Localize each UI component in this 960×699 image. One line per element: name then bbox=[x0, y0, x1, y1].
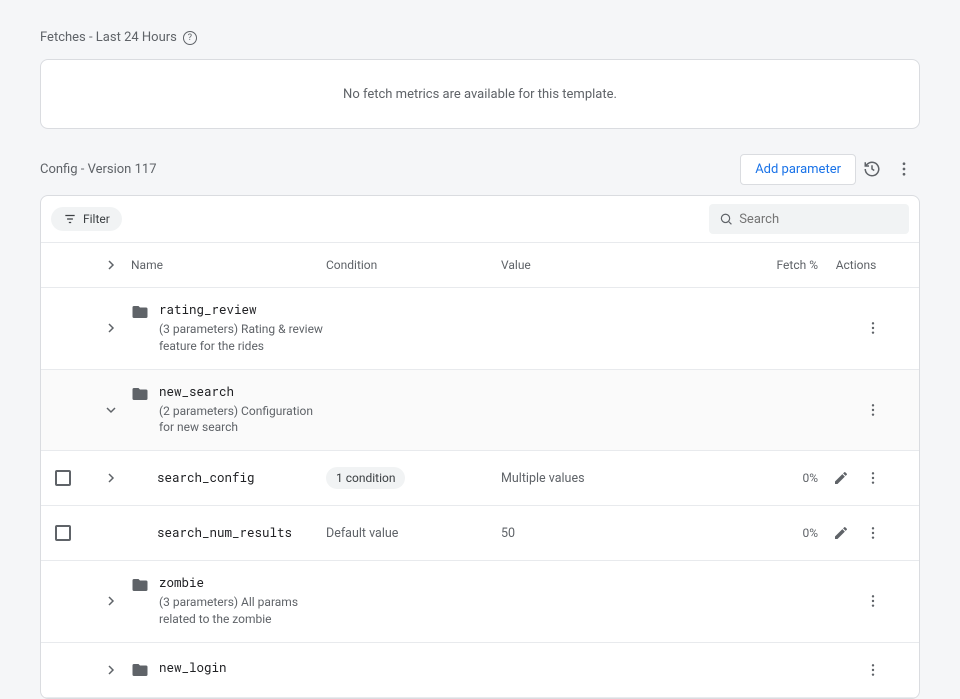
group-name: new_login bbox=[159, 660, 227, 676]
table-toolbar: Filter bbox=[41, 196, 919, 243]
group-row[interactable]: new_search (2 parameters) Configuration … bbox=[41, 370, 919, 452]
group-row[interactable]: zombie (3 parameters) All params related… bbox=[41, 561, 919, 643]
history-icon[interactable] bbox=[856, 153, 888, 185]
group-description: (3 parameters) Rating & review feature f… bbox=[159, 321, 329, 355]
parameter-name: search_num_results bbox=[157, 525, 292, 541]
condition-chip[interactable]: 1 condition bbox=[326, 467, 405, 489]
col-value: Value bbox=[501, 258, 741, 272]
fetches-title: Fetches - Last 24 Hours bbox=[40, 30, 177, 45]
fetches-empty-text: No fetch metrics are available for this … bbox=[343, 87, 617, 102]
search-input[interactable] bbox=[739, 212, 899, 227]
folder-icon bbox=[131, 385, 149, 403]
search-icon bbox=[719, 211, 733, 227]
col-name: Name bbox=[131, 258, 326, 272]
config-table: Filter Name Condition Value Fetch % Acti… bbox=[40, 195, 920, 699]
config-header: Config - Version 117 Add parameter bbox=[40, 153, 920, 185]
row-checkbox[interactable] bbox=[55, 525, 71, 541]
group-description: (2 parameters) Configuration for new sea… bbox=[159, 403, 329, 437]
fetch-percent: 0% bbox=[741, 471, 826, 485]
group-description: (3 parameters) All params related to the… bbox=[159, 594, 329, 628]
parameter-row[interactable]: search_num_results Default value 50 0% bbox=[41, 506, 919, 561]
row-overflow-icon[interactable] bbox=[860, 520, 886, 546]
chevron-right-icon[interactable] bbox=[101, 318, 121, 338]
fetch-percent: 0% bbox=[741, 526, 826, 540]
col-condition: Condition bbox=[326, 258, 501, 272]
row-overflow-icon[interactable] bbox=[860, 657, 886, 683]
filter-icon bbox=[63, 212, 77, 226]
row-overflow-icon[interactable] bbox=[860, 397, 886, 423]
folder-icon bbox=[131, 576, 149, 594]
group-row[interactable]: new_login bbox=[41, 643, 919, 698]
parameter-name: search_config bbox=[157, 470, 255, 486]
chevron-down-icon[interactable] bbox=[101, 400, 121, 420]
edit-icon[interactable] bbox=[828, 465, 854, 491]
add-parameter-button[interactable]: Add parameter bbox=[740, 154, 856, 185]
filter-label: Filter bbox=[83, 212, 110, 226]
parameter-value: Multiple values bbox=[501, 471, 741, 486]
help-icon[interactable]: ? bbox=[183, 31, 197, 45]
group-name: zombie bbox=[159, 575, 329, 591]
chevron-right-icon[interactable] bbox=[101, 468, 121, 488]
row-overflow-icon[interactable] bbox=[860, 315, 886, 341]
col-actions: Actions bbox=[826, 258, 886, 272]
parameter-row[interactable]: search_config 1 condition Multiple value… bbox=[41, 451, 919, 506]
fetches-header: Fetches - Last 24 Hours ? bbox=[40, 30, 920, 45]
condition-text: Default value bbox=[326, 526, 398, 541]
group-name: new_search bbox=[159, 384, 329, 400]
more-overflow-icon[interactable] bbox=[888, 153, 920, 185]
fetches-empty-card: No fetch metrics are available for this … bbox=[40, 59, 920, 129]
group-name: rating_review bbox=[159, 302, 329, 318]
search-box[interactable] bbox=[709, 204, 909, 234]
expand-all-toggle[interactable] bbox=[101, 255, 121, 275]
folder-icon bbox=[131, 661, 149, 679]
folder-icon bbox=[131, 303, 149, 321]
table-header-row: Name Condition Value Fetch % Actions bbox=[41, 243, 919, 288]
parameter-value: 50 bbox=[501, 526, 741, 541]
row-checkbox[interactable] bbox=[55, 470, 71, 486]
row-overflow-icon[interactable] bbox=[860, 588, 886, 614]
chevron-right-icon[interactable] bbox=[101, 591, 121, 611]
filter-button[interactable]: Filter bbox=[51, 207, 122, 231]
edit-icon[interactable] bbox=[828, 520, 854, 546]
group-row[interactable]: rating_review (3 parameters) Rating & re… bbox=[41, 288, 919, 370]
row-overflow-icon[interactable] bbox=[860, 465, 886, 491]
chevron-right-icon[interactable] bbox=[101, 660, 121, 680]
col-fetch: Fetch % bbox=[741, 258, 826, 272]
config-title: Config - Version 117 bbox=[40, 162, 157, 177]
